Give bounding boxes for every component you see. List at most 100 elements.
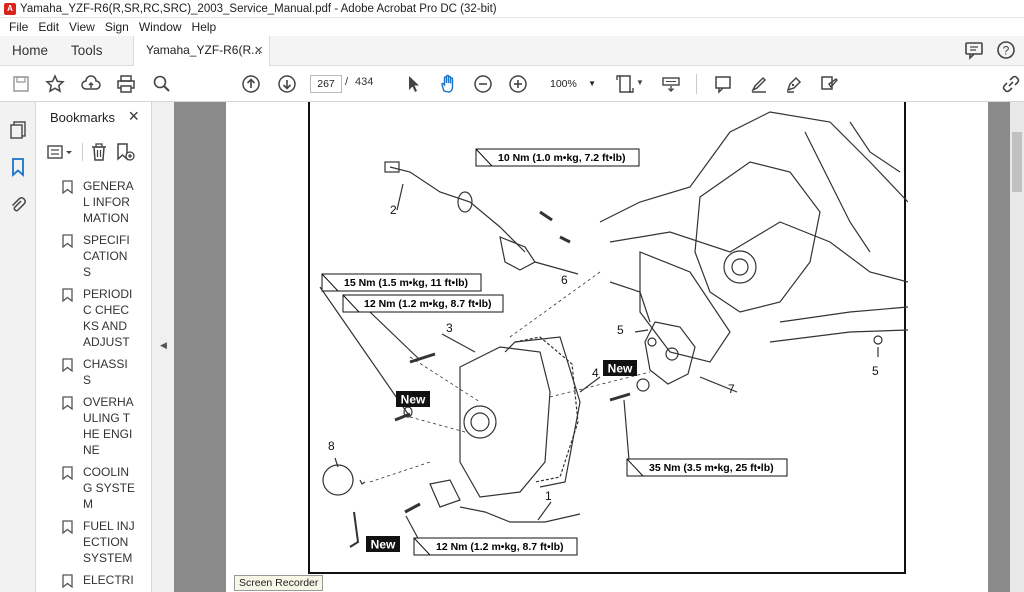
star-icon[interactable] [44, 73, 66, 95]
page-separator: / [345, 76, 349, 88]
bookmark-panel-icon[interactable] [8, 157, 28, 178]
page-thumbnails-icon[interactable] [8, 120, 28, 140]
help-icon[interactable]: ? [996, 40, 1018, 62]
tab-home[interactable]: Home [12, 36, 48, 66]
new-tag-3: New [371, 538, 396, 552]
new-tag-1: New [401, 393, 426, 407]
menu-view[interactable]: View [64, 20, 100, 34]
bookmark-label: FUEL INJECTION SYSTEM [83, 519, 135, 565]
bookmarks-toolbar [46, 140, 137, 164]
callout-number: 5 [617, 323, 624, 337]
bookmark-item[interactable]: PERIODIC CHECKS AND ADJUST [36, 286, 136, 350]
svg-text:?: ? [1003, 44, 1010, 58]
stamp-icon[interactable] [818, 73, 840, 95]
bookmarks-title: Bookmarks [50, 110, 116, 125]
toolbar-divider [696, 74, 697, 94]
document-scrollbar-thumb[interactable] [1012, 132, 1022, 192]
document-viewer[interactable]: 10 Nm (1.0 m•kg, 7.2 ft•lb) 15 Nm (1.5 m… [174, 102, 1024, 592]
bookmark-icon [62, 466, 73, 480]
torque-label-4: 35 Nm (3.5 m•kg, 25 ft•lb) [649, 462, 774, 474]
torque-label-5: 12 Nm (1.2 m•kg, 8.7 ft•lb) [436, 541, 564, 553]
bookmark-item[interactable]: SPECIFICATIONS [36, 232, 136, 280]
bookmark-label: COOLING SYSTEM [83, 465, 136, 511]
bookmark-icon [62, 574, 73, 588]
page-fit-dropdown-icon[interactable]: ▼ [636, 78, 644, 87]
exploded-view-diagram: 10 Nm (1.0 m•kg, 7.2 ft•lb) 15 Nm (1.5 m… [308, 102, 908, 574]
zoom-in-icon[interactable] [507, 73, 529, 95]
sticky-note-icon[interactable] [712, 73, 734, 95]
previous-page-icon[interactable] [240, 73, 262, 95]
bookmark-icon [62, 180, 73, 194]
collapse-left-arrow-icon[interactable]: ◀ [160, 340, 167, 351]
cloud-upload-icon[interactable] [80, 73, 102, 95]
screen-recorder-tooltip: Screen Recorder [234, 575, 324, 591]
panel-collapse-handle[interactable]: ◀ [152, 102, 174, 592]
attachment-paperclip-icon[interactable] [8, 195, 28, 215]
select-cursor-icon[interactable] [402, 73, 424, 95]
bookmark-icon [62, 396, 73, 410]
page-fit-icon[interactable] [614, 73, 636, 95]
callout-number: 8 [328, 439, 335, 453]
window-title: Yamaha_YZF-R6(R,SR,RC,SRC)_2003_Service_… [20, 2, 497, 15]
new-tag-2: New [608, 362, 633, 376]
menu-sign[interactable]: Sign [100, 20, 134, 34]
menu-edit[interactable]: Edit [33, 20, 64, 34]
zoom-level-select[interactable]: 100% ▼ [542, 75, 598, 93]
bookmark-item[interactable]: OVERHAULING THE ENGINE [36, 394, 136, 458]
bookmark-item[interactable]: FUEL INJECTION SYSTEM [36, 518, 136, 566]
menu-help[interactable]: Help [187, 20, 222, 34]
bookmark-icon [62, 358, 73, 372]
bookmark-label: SPECIFICATIONS [83, 233, 130, 279]
new-bookmark-icon[interactable] [115, 142, 137, 162]
delete-bookmark-icon[interactable] [89, 142, 111, 162]
callout-number: 5 [872, 364, 879, 378]
bookmark-label: PERIODIC CHECKS AND ADJUST [83, 287, 133, 349]
highlight-pen-icon[interactable] [748, 73, 770, 95]
tab-document[interactable]: Yamaha_YZF-R6(R... × [133, 36, 270, 67]
save-icon[interactable] [10, 73, 32, 95]
sign-pen-icon[interactable] [783, 73, 805, 95]
menu-file[interactable]: File [4, 20, 33, 34]
acrobat-app-icon: A [4, 2, 16, 15]
bookmark-options-icon[interactable] [46, 142, 76, 162]
bookmarks-panel: Bookmarks × GENERAL INFORMATION SPECIFIC… [36, 102, 184, 592]
new-part-tags: New New New [366, 360, 637, 552]
bookmark-item[interactable]: COOLING SYSTEM [36, 464, 136, 512]
tab-bar-right-tools: ? [964, 36, 1024, 66]
menu-bar: File Edit View Sign Window Help [0, 18, 1024, 36]
bookmark-icon [62, 234, 73, 248]
page-number-input[interactable]: 267 [310, 75, 342, 93]
link-icon[interactable] [1000, 73, 1022, 95]
bookmark-item[interactable]: CHASSIS [36, 356, 136, 388]
engine-cover-diagram: 10 Nm (1.0 m•kg, 7.2 ft•lb) 15 Nm (1.5 m… [319, 111, 908, 556]
document-tab-label: Yamaha_YZF-R6(R... [146, 43, 262, 57]
callout-number: 6 [561, 273, 568, 287]
page-total: 434 [355, 76, 374, 88]
torque-label-2: 15 Nm (1.5 m•kg, 11 ft•lb) [344, 277, 468, 289]
next-page-icon[interactable] [276, 73, 298, 95]
bookmark-label: OVERHAULING THE ENGINE [83, 395, 134, 457]
zoom-out-icon[interactable] [472, 73, 494, 95]
close-bookmarks-icon[interactable]: × [128, 106, 139, 127]
tab-tools[interactable]: Tools [71, 36, 103, 66]
bookmark-label: GENERAL INFORMATION [83, 179, 134, 225]
bookmark-item[interactable]: GENERAL INFORMATION [36, 178, 136, 226]
bookmark-icon [62, 520, 73, 534]
keyboard-icon[interactable] [660, 73, 682, 95]
part-callouts: 2 6 3 4 5 5 7 8 1 [328, 203, 879, 503]
bookmark-item[interactable]: ELECTRICAL [36, 572, 136, 588]
callout-number: 3 [446, 321, 453, 335]
close-tab-icon[interactable]: × [254, 36, 263, 65]
menu-window[interactable]: Window [134, 20, 187, 34]
callout-number: 2 [390, 203, 397, 217]
document-scrollbar[interactable] [1010, 102, 1024, 592]
callout-number: 4 [592, 366, 599, 380]
pdf-page: 10 Nm (1.0 m•kg, 7.2 ft•lb) 15 Nm (1.5 m… [226, 102, 988, 592]
tab-bar: Home Tools Yamaha_YZF-R6(R... × ? [0, 36, 1024, 67]
print-icon[interactable] [115, 73, 137, 95]
zoom-level-value: 100% [550, 78, 577, 90]
bookmark-label: ELECTRICAL [83, 573, 134, 587]
hand-tool-icon[interactable] [437, 73, 459, 95]
comment-icon[interactable] [964, 40, 986, 62]
search-icon[interactable] [151, 73, 173, 95]
